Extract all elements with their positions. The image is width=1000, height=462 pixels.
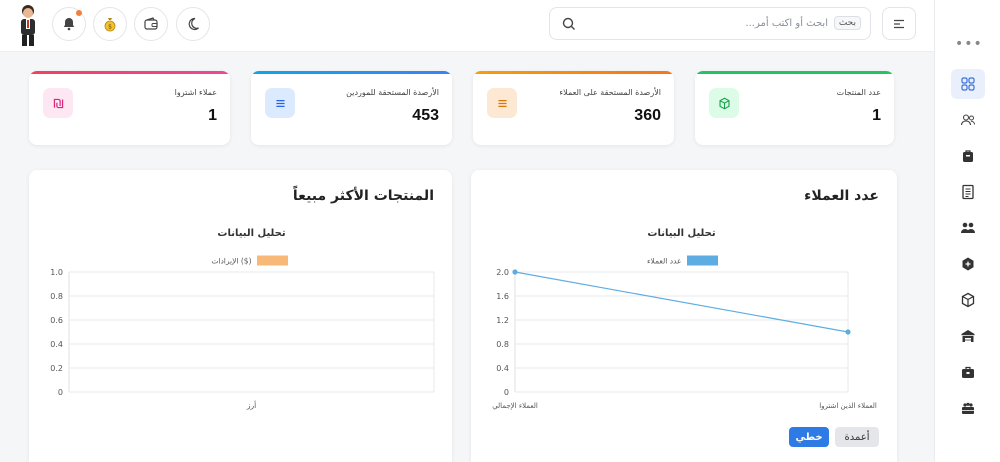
- svg-text:$: $: [108, 24, 112, 31]
- bag-icon: [963, 150, 973, 162]
- top-products-bar-chart: تحليل البيانات الإيرادات ($) 0 0.2 0.4 0.6 0.8…: [50, 228, 435, 410]
- stat-card-accent: [251, 71, 452, 74]
- y-tick-label: 0.8: [50, 292, 63, 301]
- customers-line-chart: تحليل البيانات عدد العملاء 0 0.4 0.8 1.2 1.6 2.…: [492, 228, 877, 410]
- legend-swatch: [687, 255, 718, 266]
- stat-value: 1: [208, 107, 217, 124]
- stat-icon: [709, 88, 739, 118]
- document-icon: [962, 184, 974, 200]
- y-tick-label: 1.6: [496, 292, 509, 301]
- stat-label: عملاء اشتروا: [174, 88, 217, 97]
- top-header: $ ابحث أو اكتب أمر... بحث: [0, 0, 934, 52]
- x-tick-label: العملاء الذين اشتروا: [819, 402, 877, 410]
- list-icon: [497, 99, 507, 107]
- line-chart-button[interactable]: خطي: [789, 427, 829, 447]
- stat-card-buying-customers: عملاء اشتروا 1: [29, 71, 230, 145]
- sidebar-item-branches[interactable]: [951, 393, 985, 423]
- notification-dot: [76, 10, 82, 16]
- stat-label: الأرصدة المستحقة للموردين: [346, 88, 439, 97]
- sidebar: •••: [934, 0, 1000, 462]
- series-line: [514, 271, 849, 333]
- search-placeholder: ابحث أو اكتب أمر...: [745, 18, 828, 29]
- group-icon: [961, 222, 975, 233]
- stat-card-products: عدد المنتجات 1: [695, 71, 894, 145]
- sidebar-item-inventory[interactable]: [951, 357, 985, 387]
- sidebar-item-customers[interactable]: [951, 213, 985, 243]
- y-tick-label: 0: [504, 388, 509, 397]
- cube-icon: [718, 97, 730, 109]
- chart-title: تحليل البيانات: [647, 228, 715, 239]
- stat-icon: [487, 88, 517, 118]
- stat-label: عدد المنتجات: [836, 88, 881, 97]
- x-tick-label: أرز: [246, 400, 256, 410]
- moon-icon: [188, 17, 199, 31]
- stat-value: 360: [634, 107, 661, 124]
- stat-icon: [265, 88, 295, 118]
- y-tick-label: 0: [58, 388, 63, 397]
- more-dots-icon[interactable]: •••: [955, 36, 982, 52]
- y-tick-label: 0.2: [50, 364, 63, 373]
- money-bag-icon: $: [104, 18, 116, 32]
- money-bag-button[interactable]: $: [93, 7, 127, 41]
- case-icon: [962, 366, 974, 378]
- stat-card-customer-balances: الأرصدة المستحقة على العملاء 360: [473, 71, 674, 145]
- wallet-icon: [144, 17, 158, 30]
- search-icon: [562, 17, 575, 30]
- sidebar-item-invoices[interactable]: [951, 177, 985, 207]
- hexagon-plus-icon: [962, 257, 974, 271]
- sidebar-item-products[interactable]: [951, 285, 985, 315]
- warehouse-icon: [961, 330, 975, 342]
- y-tick-label: 0.4: [496, 364, 509, 373]
- y-tick-label: 2.0: [496, 268, 509, 277]
- sidebar-item-purchases[interactable]: [951, 141, 985, 171]
- menu-icon: [894, 19, 904, 28]
- y-tick-label: 1.0: [50, 268, 63, 277]
- grid-icon: [961, 77, 975, 91]
- stat-value: 1: [872, 107, 881, 124]
- notifications-button[interactable]: [52, 7, 86, 41]
- shekel-icon: [53, 98, 63, 108]
- y-tick-label: 1.2: [496, 316, 509, 325]
- search-input[interactable]: ابحث أو اكتب أمر... بحث: [549, 7, 871, 40]
- stat-card-accent: [473, 71, 674, 74]
- stat-value: 453: [412, 107, 439, 124]
- y-tick-label: 0.6: [50, 316, 63, 325]
- stat-card-accent: [29, 71, 230, 74]
- stat-card-accent: [695, 71, 894, 74]
- legend-label: عدد العملاء: [647, 257, 681, 266]
- customers-chart-panel: عدد العملاء تحليل البيانات عدد العملاء 0 0.…: [471, 170, 897, 462]
- theme-toggle-button[interactable]: [176, 7, 210, 41]
- sidebar-item-add-product[interactable]: [951, 249, 985, 279]
- sidebar-item-dashboard[interactable]: [951, 69, 985, 99]
- stat-icon: [43, 88, 73, 118]
- top-products-chart-panel: المنتجات الأكثر مبيعاً تحليل البيانات الإ…: [29, 170, 452, 462]
- y-tick-label: 0.4: [50, 340, 63, 349]
- sidebar-item-warehouse[interactable]: [951, 321, 985, 351]
- y-tick-label: 0.8: [496, 340, 509, 349]
- x-tick-label: العملاء الإجمالي: [492, 402, 538, 410]
- users-icon: [960, 114, 975, 126]
- data-point: [512, 269, 518, 275]
- chart-title: تحليل البيانات: [217, 228, 285, 239]
- team-icon: [962, 402, 974, 414]
- list-icon: [275, 99, 285, 107]
- legend-swatch: [257, 255, 288, 266]
- stat-label: الأرصدة المستحقة على العملاء: [559, 88, 661, 97]
- user-avatar[interactable]: [10, 2, 46, 48]
- stat-card-supplier-balances: الأرصدة المستحقة للموردين 453: [251, 71, 452, 145]
- legend-label: الإيرادات ($): [211, 257, 251, 266]
- box-icon: [961, 292, 975, 308]
- sidebar-item-users[interactable]: [951, 105, 985, 135]
- search-shortcut-badge: بحث: [833, 16, 861, 30]
- menu-toggle-button[interactable]: [882, 7, 916, 40]
- wallet-button[interactable]: [134, 7, 168, 41]
- data-point: [845, 329, 851, 335]
- bar-chart-button[interactable]: أعمدة: [835, 427, 879, 447]
- bell-icon: [63, 18, 75, 31]
